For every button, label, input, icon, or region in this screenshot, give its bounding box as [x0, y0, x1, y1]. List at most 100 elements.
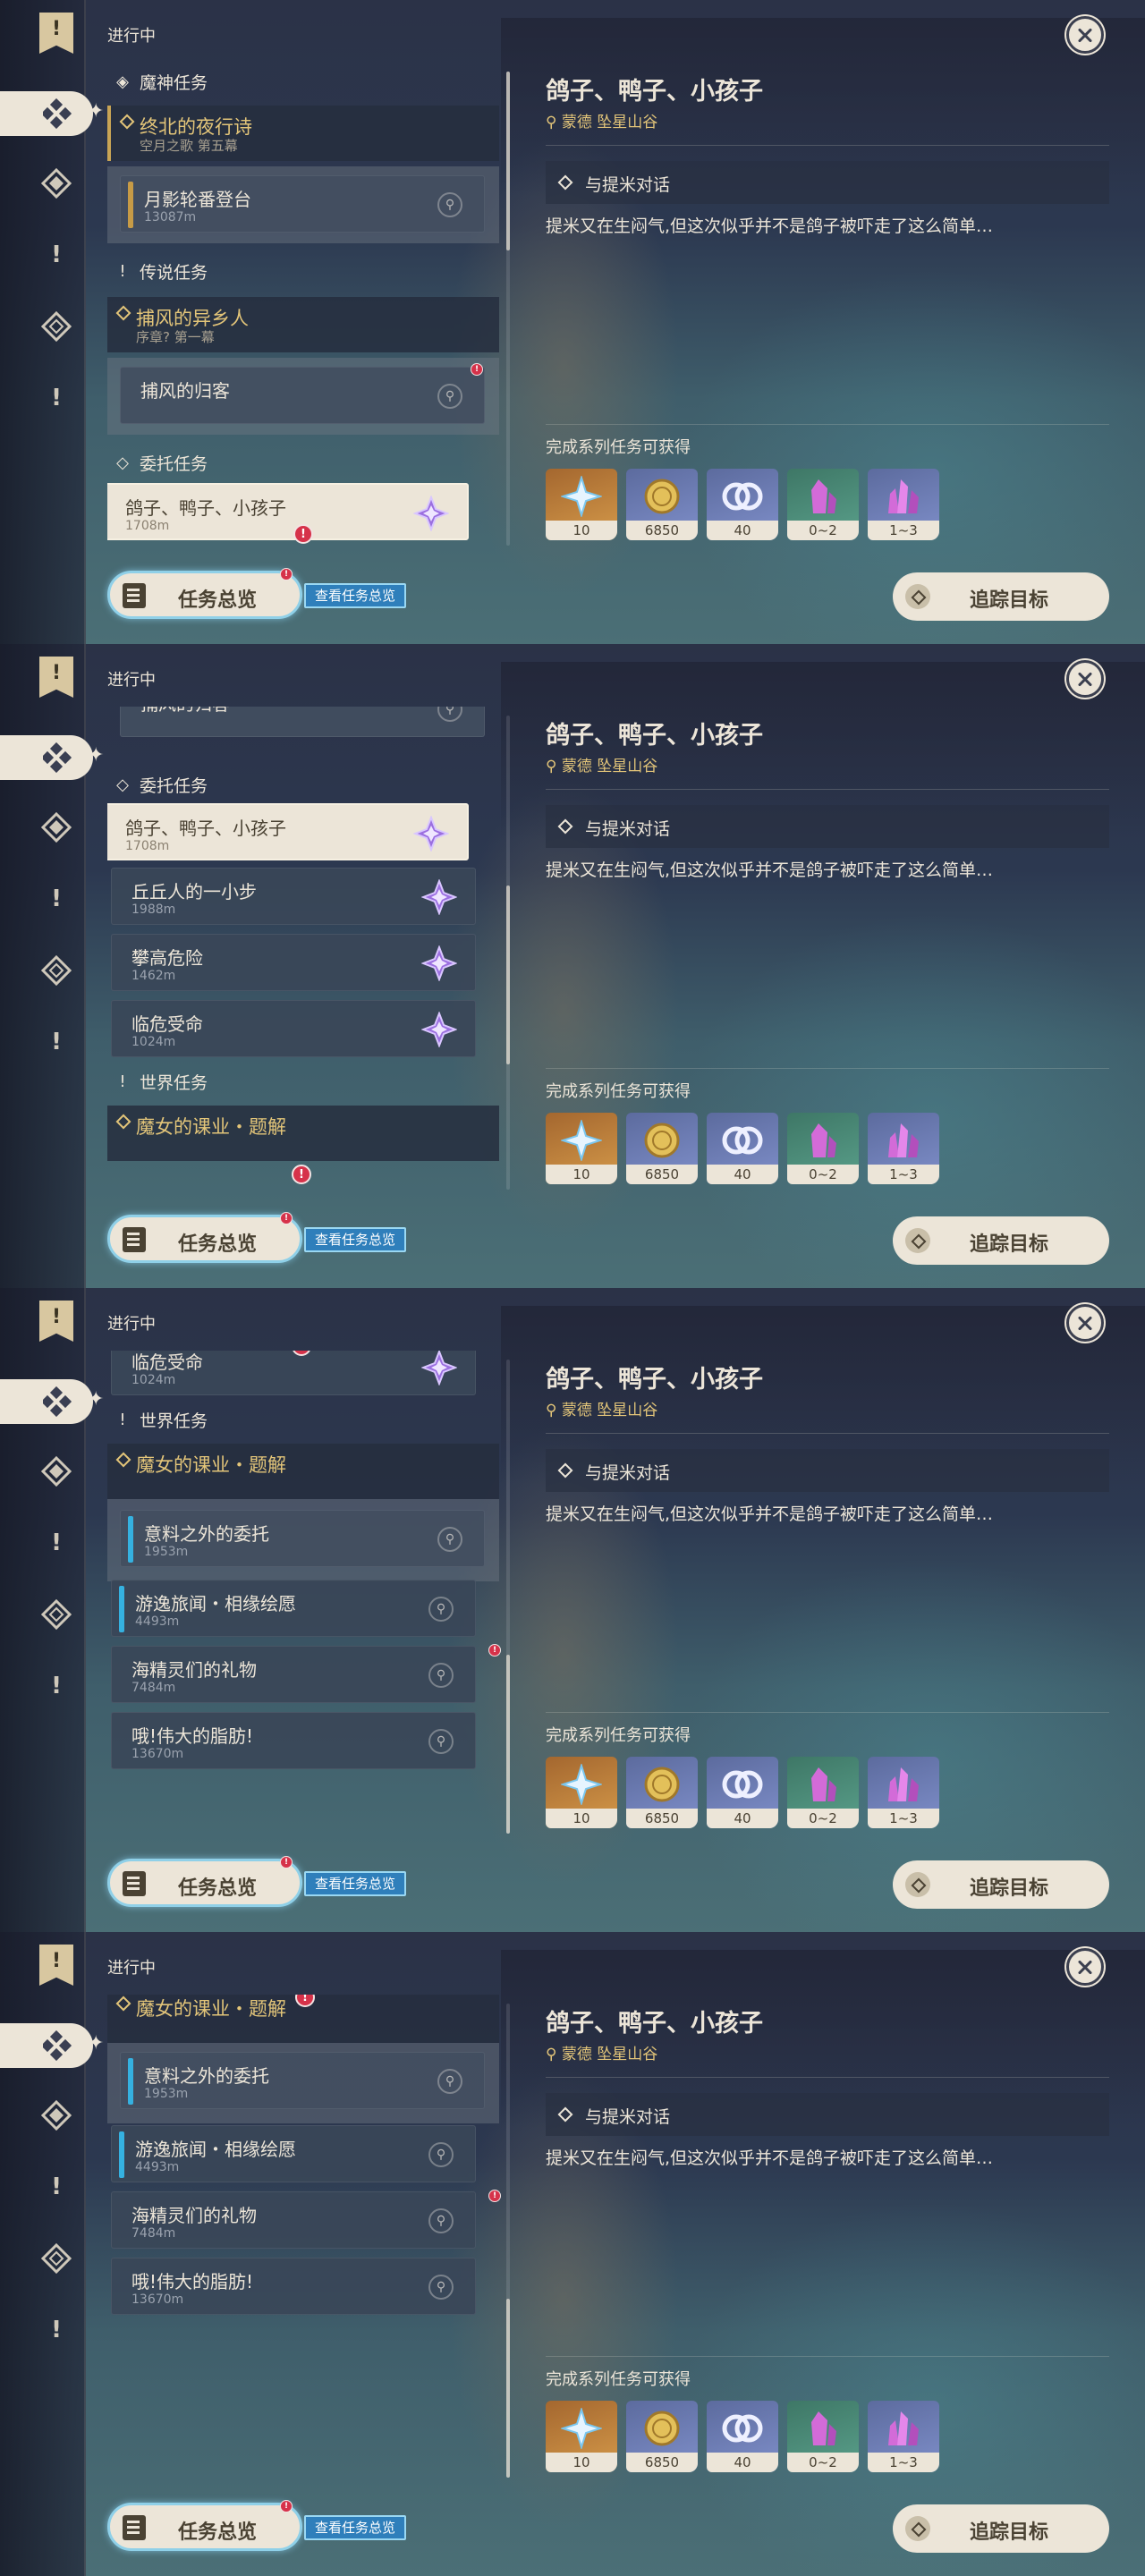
track-objective-button[interactable]: 追踪目标: [893, 1860, 1109, 1909]
quest-list-scrollbar[interactable]: [506, 716, 510, 1190]
quest-card[interactable]: 捕风的归客 ⚲: [120, 367, 485, 424]
quest-overview-button[interactable]: 任务总览 !: [107, 1212, 302, 1263]
archon-quest-icon[interactable]: [34, 805, 79, 850]
reward-companionship-exp[interactable]: 40: [707, 1757, 778, 1828]
quest-card[interactable]: 海精灵们的礼物 7484m ⚲: [111, 1646, 476, 1703]
reward-companionship-exp[interactable]: 40: [707, 469, 778, 540]
world-quest-icon[interactable]: !: [34, 2308, 79, 2352]
quest-overview-tooltip[interactable]: 查看任务总览: [304, 1227, 407, 1252]
world-quest-icon[interactable]: !: [34, 1020, 79, 1064]
quest-overview-button[interactable]: 任务总览 !: [107, 2500, 302, 2551]
quest-chain-header[interactable]: 魔女的课业・题解: [107, 1106, 499, 1161]
quest-card[interactable]: 意料之外的委托 1953m ⚲: [120, 2052, 485, 2109]
world-quest-icon[interactable]: !: [34, 1664, 79, 1708]
scrollbar-thumb[interactable]: [506, 72, 510, 250]
quest-chain-header[interactable]: 捕风的异乡人 序章? 第一幕: [107, 297, 499, 352]
track-objective-button[interactable]: 追踪目标: [893, 2504, 1109, 2553]
quest-list[interactable]: 捕风的归客 ⚲ ◇ 委托任务鸽子、鸭子、小孩子1708m 丘丘人的一小步1988m 攀高危…: [107, 707, 501, 1190]
reward-crystal-cluster[interactable]: 1~3: [868, 469, 939, 540]
close-icon[interactable]: [1066, 16, 1104, 54]
quest-overview-tooltip[interactable]: 查看任务总览: [304, 583, 407, 608]
quest-overview-button[interactable]: 任务总览 !: [107, 1856, 302, 1907]
rail-tab-all-quests[interactable]: [0, 1379, 93, 1424]
quest-card[interactable]: 攀高危险 1462m: [111, 934, 476, 991]
bookmark-icon[interactable]: !: [39, 1945, 73, 1986]
quest-card[interactable]: 游逸旅闻・相缘绘愿 4493m ⚲: [111, 2125, 476, 2182]
scrollbar-thumb[interactable]: [506, 886, 510, 1064]
quest-card[interactable]: 鸽子、鸭子、小孩子 1708m: [107, 483, 469, 540]
quest-overview-tooltip[interactable]: 查看任务总览: [304, 1871, 407, 1896]
rail-tab-all-quests[interactable]: [0, 91, 93, 136]
close-icon[interactable]: [1066, 1304, 1104, 1342]
archon-quest-icon[interactable]: [34, 161, 79, 206]
reward-mora[interactable]: 6850: [626, 469, 698, 540]
map-pin-icon[interactable]: ⚲: [428, 1729, 454, 1754]
story-quest-icon[interactable]: !: [34, 233, 79, 277]
reward-companionship-exp[interactable]: 40: [707, 2401, 778, 2472]
reward-primogem[interactable]: 10: [546, 1757, 617, 1828]
quest-card[interactable]: 丘丘人的一小步 1988m: [111, 868, 476, 925]
reward-companionship-exp[interactable]: 40: [707, 1113, 778, 1184]
story-quest-icon[interactable]: !: [34, 1521, 79, 1565]
quest-card[interactable]: 游逸旅闻・相缘绘愿 4493m ⚲: [111, 1580, 476, 1637]
quest-card[interactable]: 意料之外的委托 1953m ⚲: [120, 1510, 485, 1567]
quest-list-scrollbar[interactable]: [506, 2004, 510, 2478]
map-pin-icon[interactable]: ⚲: [437, 1527, 462, 1552]
quest-card[interactable]: 鸽子、鸭子、小孩子 1708m: [107, 803, 469, 860]
archon-quest-icon[interactable]: [34, 1449, 79, 1494]
map-pin-icon[interactable]: ⚲: [437, 192, 462, 217]
reward-primogem[interactable]: 10: [546, 1113, 617, 1184]
quest-card[interactable]: 哦!伟大的脂肪! 13670m ⚲: [111, 2258, 476, 2315]
rail-tab-all-quests[interactable]: [0, 735, 93, 780]
map-pin-icon[interactable]: ⚲: [437, 707, 462, 722]
close-icon[interactable]: [1066, 1948, 1104, 1986]
reward-primogem[interactable]: 10: [546, 2401, 617, 2472]
reward-mora[interactable]: 6850: [626, 2401, 698, 2472]
world-quest-icon[interactable]: !: [34, 376, 79, 420]
quest-overview-tooltip[interactable]: 查看任务总览: [304, 2515, 407, 2540]
scrollbar-thumb[interactable]: [506, 1655, 510, 1834]
map-pin-icon[interactable]: ⚲: [428, 2142, 454, 2167]
map-pin-icon[interactable]: ⚲: [428, 2208, 454, 2233]
story-quest-icon[interactable]: !: [34, 2165, 79, 2209]
reward-mora[interactable]: 6850: [626, 1757, 698, 1828]
quest-list[interactable]: 临危受命1024m!!世界任务魔女的课业・题解意料之外的委托1953m⚲游逸旅闻…: [107, 1351, 501, 1834]
archon-quest-icon[interactable]: [34, 2093, 79, 2138]
commission-icon[interactable]: [34, 304, 79, 349]
rail-tab-all-quests[interactable]: [0, 2023, 93, 2068]
quest-chain-header[interactable]: 魔女的课业・题解: [107, 1444, 499, 1499]
reward-crystal[interactable]: 0~2: [787, 1757, 859, 1828]
quest-list[interactable]: ◈ 魔神任务 终北的夜行诗 空月之歌 第五幕 月影轮番登台 13087m ⚲! 传说任务 捕风的…: [107, 63, 501, 546]
commission-icon[interactable]: [34, 948, 79, 993]
quest-card[interactable]: 哦!伟大的脂肪! 13670m ⚲: [111, 1712, 476, 1769]
quest-list-scrollbar[interactable]: [506, 72, 510, 546]
track-objective-button[interactable]: 追踪目标: [893, 572, 1109, 621]
reward-crystal-cluster[interactable]: 1~3: [868, 1757, 939, 1828]
quest-list[interactable]: 魔女的课业・题解! 意料之外的委托 1953m ⚲ 游逸旅闻・相缘绘愿 4493m ⚲ 海精灵…: [107, 1995, 501, 2478]
reward-crystal[interactable]: 0~2: [787, 469, 859, 540]
map-pin-icon[interactable]: ⚲: [428, 1597, 454, 1622]
track-objective-button[interactable]: 追踪目标: [893, 1216, 1109, 1265]
quest-chain-header[interactable]: 终北的夜行诗 空月之歌 第五幕: [107, 106, 499, 161]
quest-list-scrollbar[interactable]: [506, 1360, 510, 1834]
reward-crystal[interactable]: 0~2: [787, 1113, 859, 1184]
quest-card[interactable]: 海精灵们的礼物 7484m ⚲: [111, 2191, 476, 2249]
commission-icon[interactable]: [34, 2236, 79, 2281]
commission-icon[interactable]: [34, 1592, 79, 1637]
quest-card[interactable]: 月影轮番登台 13087m ⚲: [120, 175, 485, 233]
quest-overview-button[interactable]: 任务总览 !: [107, 568, 302, 619]
bookmark-icon[interactable]: !: [39, 657, 73, 698]
reward-crystal-cluster[interactable]: 1~3: [868, 2401, 939, 2472]
quest-card[interactable]: 临危受命 1024m: [111, 1000, 476, 1057]
map-pin-icon[interactable]: ⚲: [437, 2069, 462, 2094]
reward-mora[interactable]: 6850: [626, 1113, 698, 1184]
map-pin-icon[interactable]: ⚲: [428, 2275, 454, 2300]
map-pin-icon[interactable]: ⚲: [437, 384, 462, 409]
close-icon[interactable]: [1066, 660, 1104, 698]
quest-card[interactable]: 捕风的归客 ⚲: [120, 707, 485, 737]
reward-crystal[interactable]: 0~2: [787, 2401, 859, 2472]
story-quest-icon[interactable]: !: [34, 877, 79, 921]
bookmark-icon[interactable]: !: [39, 13, 73, 54]
reward-crystal-cluster[interactable]: 1~3: [868, 1113, 939, 1184]
bookmark-icon[interactable]: !: [39, 1301, 73, 1342]
